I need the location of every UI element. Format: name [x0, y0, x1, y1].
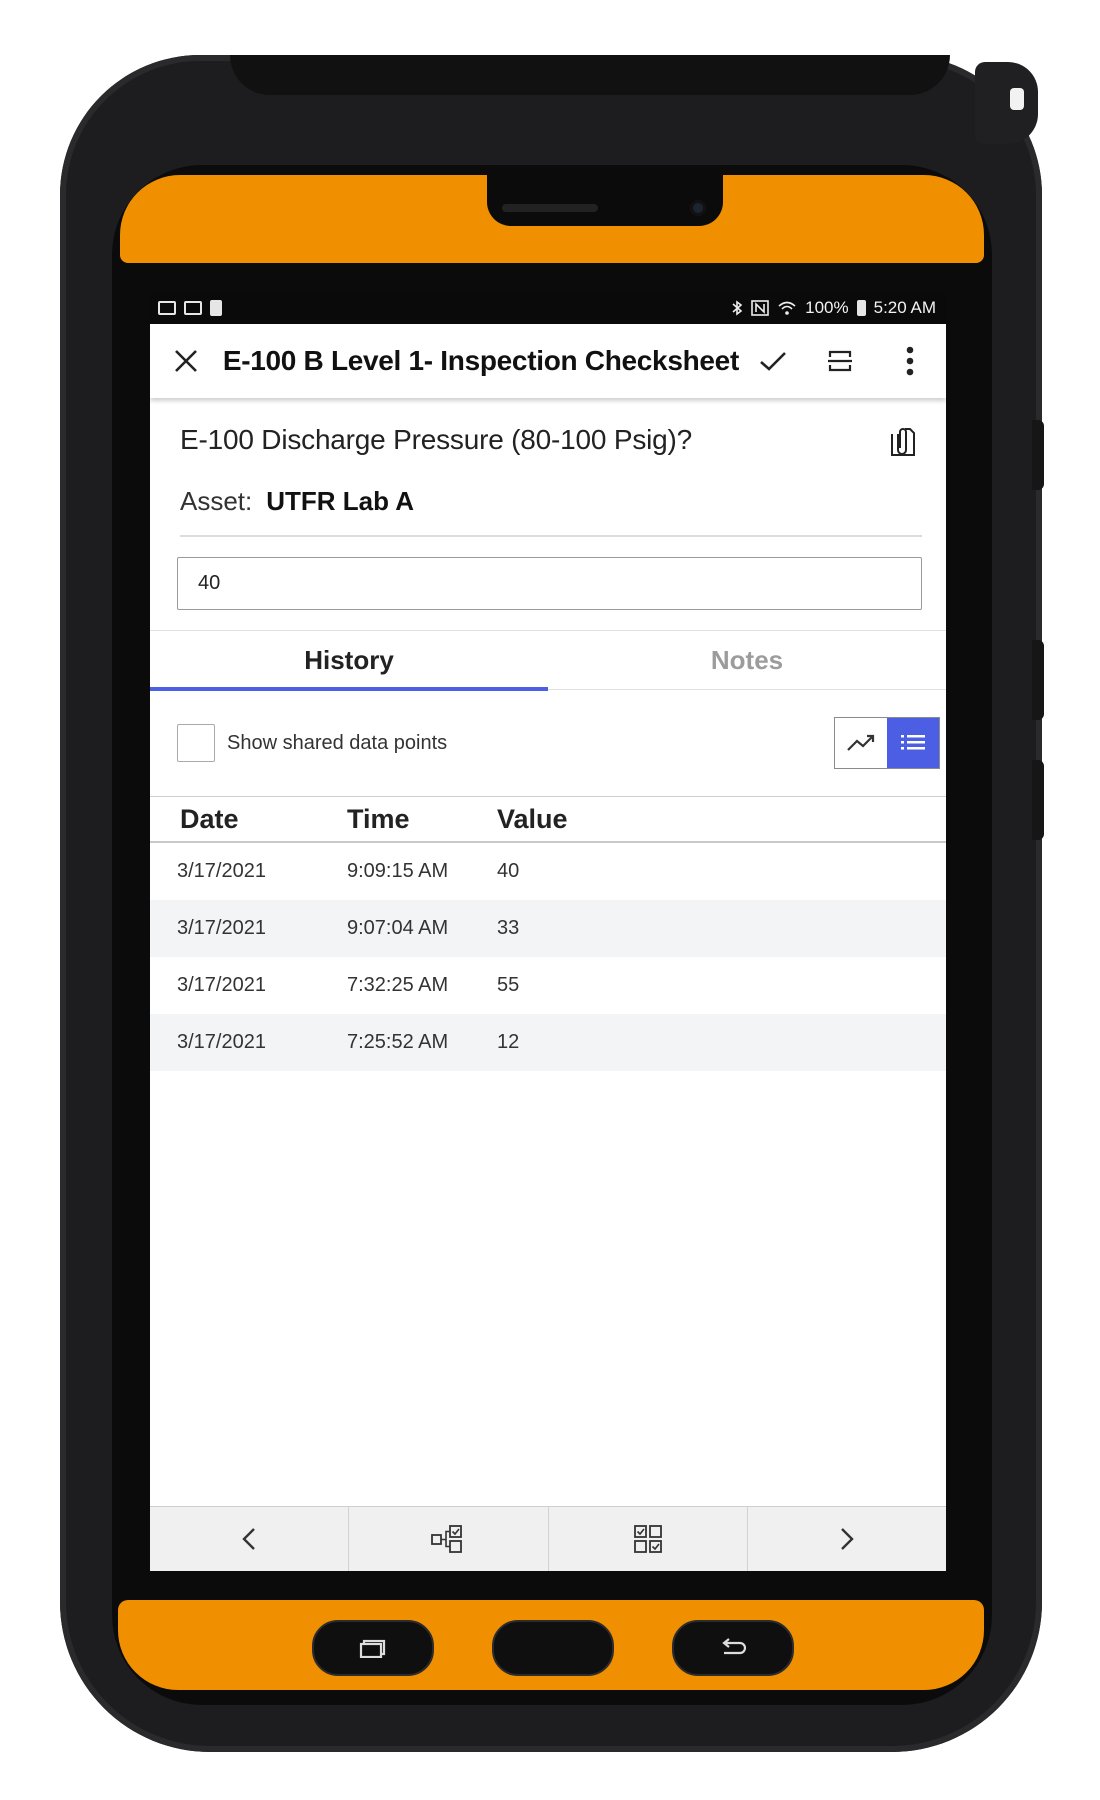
bluetooth-icon: [732, 300, 743, 316]
scan-icon: [827, 350, 852, 372]
scan-button[interactable]: [806, 324, 873, 398]
earpiece-speaker: [502, 204, 598, 212]
table-row[interactable]: 3/17/2021 7:25:52 AM 12: [150, 1014, 946, 1071]
show-shared-checkbox[interactable]: [177, 724, 215, 762]
app-screen: 100% 5:20 AM E-100 B Level 1- Inspection…: [150, 292, 946, 1571]
cell-time: 7:25:52 AM: [347, 1031, 449, 1053]
back-key[interactable]: [672, 1620, 794, 1676]
grid-check-icon: [633, 1525, 662, 1553]
clock: 5:20 AM: [873, 298, 936, 317]
task-flow-icon: [431, 1525, 463, 1553]
cell-time: 7:32:25 AM: [347, 974, 449, 996]
paperclip-icon: [891, 428, 915, 456]
previous-button[interactable]: [150, 1507, 350, 1571]
cell-date: 3/17/2021: [177, 974, 266, 996]
bottom-navigation: [150, 1506, 946, 1571]
table-row[interactable]: 3/17/2021 9:09:15 AM 40: [150, 843, 946, 900]
battery-percent: 100%: [805, 298, 849, 317]
side-button: [1032, 640, 1044, 720]
front-camera: [690, 200, 706, 216]
chart-view-button[interactable]: [835, 718, 887, 768]
more-options-button[interactable]: [873, 324, 946, 398]
header-date: Date: [180, 803, 239, 834]
tab-bar: History Notes: [150, 630, 946, 691]
attach-button[interactable]: [888, 426, 916, 463]
show-shared-label: Show shared data points: [227, 731, 448, 754]
active-tab-indicator: [150, 687, 548, 691]
back-arrow-icon: [722, 1638, 747, 1655]
more-vertical-icon: [906, 346, 913, 376]
cell-date: 3/17/2021: [177, 860, 266, 882]
screen-icon: [184, 301, 202, 315]
history-table-header: Date Time Value: [150, 796, 946, 843]
stylus-pen: [975, 62, 1038, 144]
reading-input[interactable]: 40: [177, 557, 922, 610]
device-top-ridge: [230, 55, 950, 95]
close-icon: [175, 350, 198, 372]
list-view-button[interactable]: [887, 718, 939, 768]
divider: [180, 535, 922, 537]
cell-time: 9:07:04 AM: [347, 917, 449, 939]
cell-value: 33: [497, 917, 520, 939]
home-key[interactable]: [492, 1620, 614, 1676]
cell-value: 55: [497, 974, 520, 996]
chevron-right-icon: [841, 1528, 854, 1550]
notification-icons: [158, 300, 222, 316]
activity-icon: [158, 301, 176, 315]
chevron-left-icon: [242, 1528, 255, 1550]
history-options: Show shared data points: [150, 690, 946, 796]
complete-button[interactable]: [739, 324, 806, 398]
app-bar: E-100 B Level 1- Inspection Checksheet: [150, 324, 946, 398]
checklist-overview-button[interactable]: [549, 1507, 748, 1571]
asset-line: Asset: UTFR Lab A: [180, 486, 916, 517]
question-text: E-100 Discharge Pressure (80-100 Psig)?: [180, 424, 693, 455]
recent-apps-key[interactable]: [312, 1620, 434, 1676]
cell-date: 3/17/2021: [177, 917, 266, 939]
cell-date: 3/17/2021: [177, 1031, 266, 1053]
tab-history[interactable]: History: [150, 631, 548, 689]
recent-apps-icon: [359, 1639, 386, 1658]
header-value: Value: [497, 803, 568, 834]
list-icon: [901, 735, 925, 750]
header-time: Time: [347, 803, 410, 834]
table-row[interactable]: 3/17/2021 7:32:25 AM 55: [150, 957, 946, 1014]
wifi-icon: [778, 301, 796, 315]
asset-value: UTFR Lab A: [266, 486, 415, 516]
task-flow-button[interactable]: [349, 1507, 549, 1571]
system-indicators: 100% 5:20 AM: [731, 298, 936, 318]
view-toggle: [834, 717, 940, 769]
status-bar: 100% 5:20 AM: [150, 292, 946, 324]
power-button: [1032, 760, 1044, 840]
question-section: E-100 Discharge Pressure (80-100 Psig)? …: [150, 398, 946, 517]
table-row[interactable]: 3/17/2021 9:07:04 AM 33: [150, 900, 946, 957]
asset-label: Asset:: [180, 486, 253, 516]
camera-notch: [487, 168, 723, 226]
tab-notes[interactable]: Notes: [548, 631, 946, 689]
battery-saver-icon: [210, 300, 222, 316]
cell-time: 9:09:15 AM: [347, 860, 449, 882]
page-title: E-100 B Level 1- Inspection Checksheet: [222, 345, 739, 376]
cell-value: 12: [497, 1031, 520, 1053]
next-button[interactable]: [748, 1507, 946, 1571]
checkmark-icon: [759, 352, 786, 371]
close-button[interactable]: [150, 324, 223, 398]
battery-icon: [856, 300, 866, 316]
trend-chart-icon: [847, 734, 875, 751]
cell-value: 40: [497, 860, 520, 882]
nfc-icon: [751, 300, 769, 316]
show-shared-toggle: Show shared data points: [177, 724, 447, 762]
volume-button: [1032, 420, 1044, 490]
